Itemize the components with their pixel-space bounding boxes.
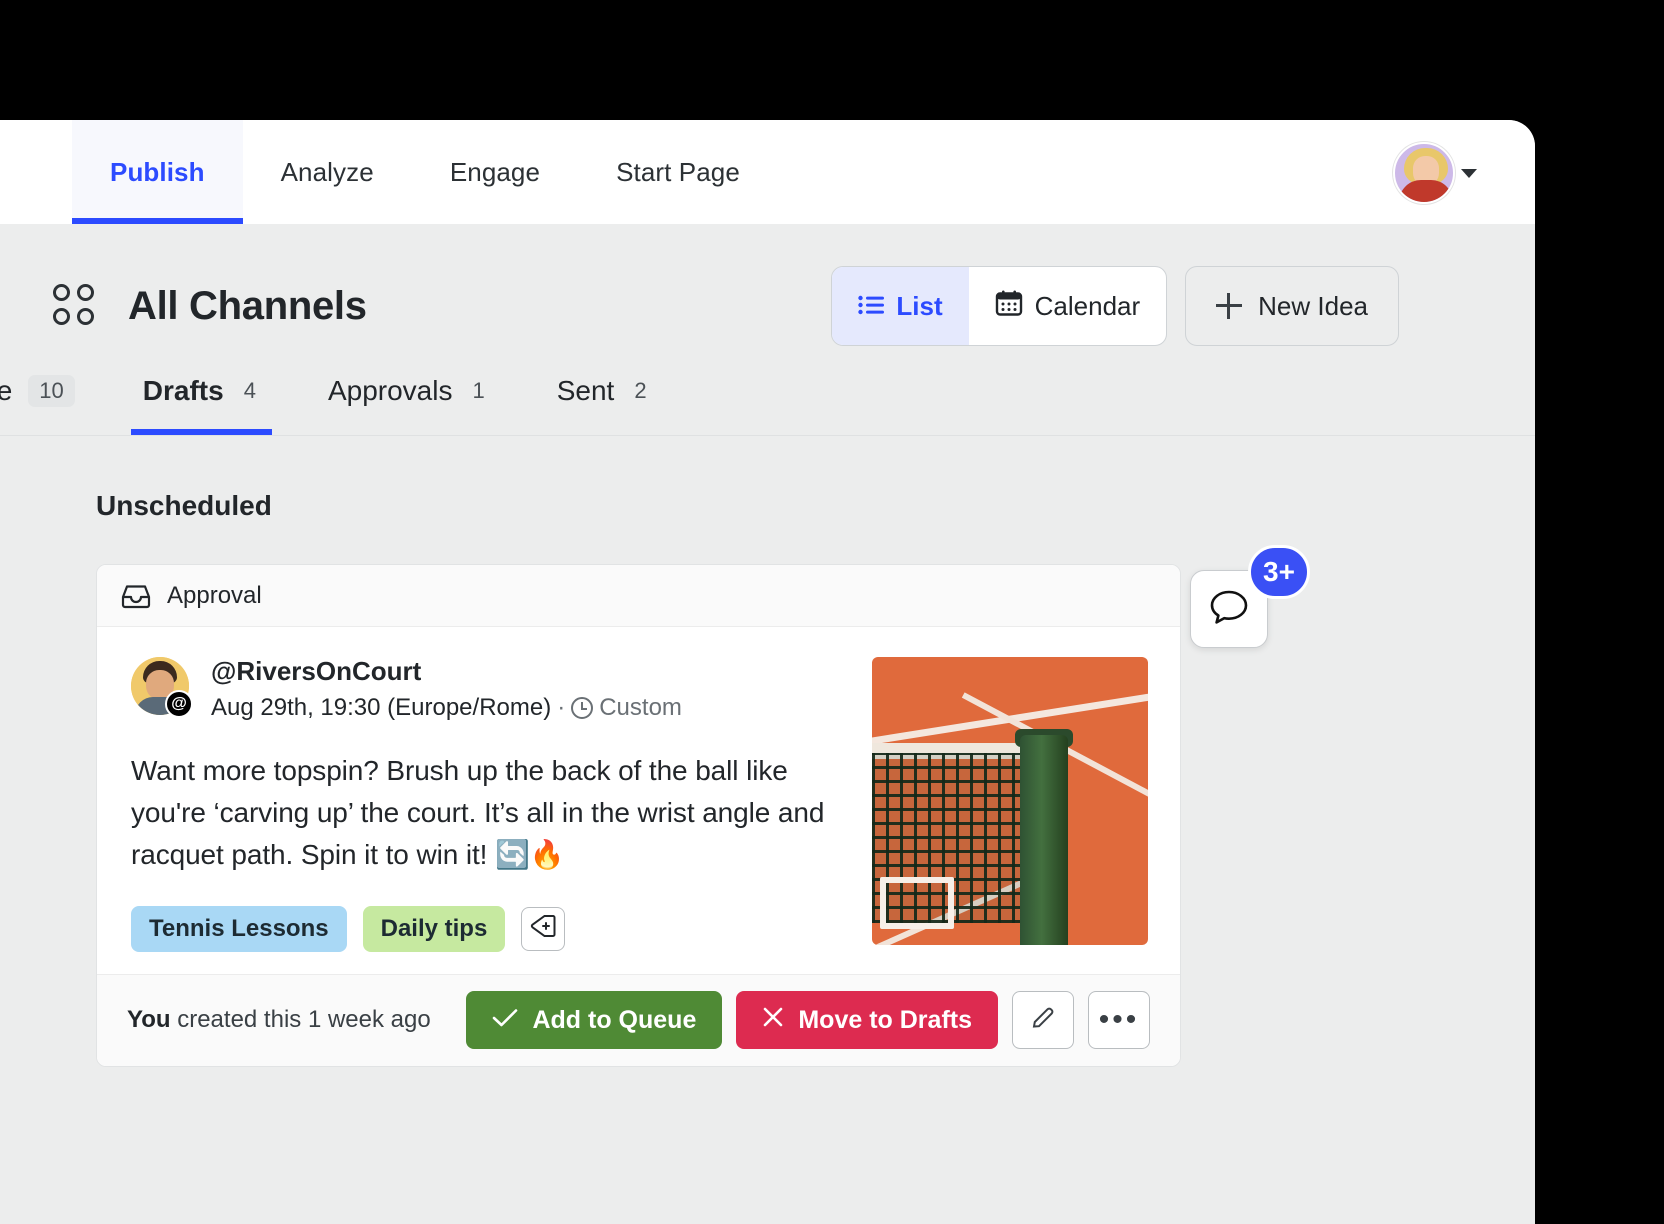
account-menu[interactable] [1393, 142, 1477, 204]
more-options-button[interactable]: ••• [1088, 991, 1150, 1049]
nav-tab-engage-label: Engage [450, 157, 540, 188]
status-tab-sent[interactable]: Sent 2 [523, 347, 685, 435]
post-card-body: @ @RiversOnCourt Aug 29th, 19:30 (Europe… [97, 627, 1180, 974]
post-tags: Tennis Lessons Daily tips [131, 906, 852, 952]
post-author-meta: @RiversOnCourt Aug 29th, 19:30 (Europe/R… [211, 657, 682, 722]
add-tag-button[interactable] [521, 907, 565, 951]
status-tab-queue[interactable]: ueue 10 [0, 347, 109, 435]
header-actions: List [831, 266, 1535, 346]
all-channels-grid-icon [52, 282, 100, 330]
status-tab-approvals-label: Approvals [328, 375, 453, 407]
add-to-queue-button[interactable]: Add to Queue [466, 991, 722, 1049]
chevron-down-icon[interactable] [1461, 169, 1477, 178]
edit-post-button[interactable] [1012, 991, 1074, 1049]
plus-icon [1216, 293, 1242, 319]
nav-tab-analyze[interactable]: Analyze [243, 120, 412, 224]
avatar-body [1399, 180, 1453, 202]
move-to-drafts-button[interactable]: Move to Drafts [736, 991, 998, 1049]
pencil-icon [1030, 1005, 1056, 1036]
post-schedule-row: Aug 29th, 19:30 (Europe/Rome) · Custom [211, 694, 682, 722]
status-tab-drafts[interactable]: Drafts 4 [109, 347, 294, 435]
status-tab-approvals-count: 1 [468, 375, 488, 407]
status-tab-sent-label: Sent [557, 375, 615, 407]
post-content-column: @ @RiversOnCourt Aug 29th, 19:30 (Europe… [131, 657, 852, 952]
post-schedule-type: Custom [599, 694, 682, 722]
post-author-handle: @RiversOnCourt [211, 657, 682, 687]
move-to-drafts-label: Move to Drafts [798, 1006, 972, 1035]
page-title: All Channels [128, 284, 367, 329]
post-schedule-time: Aug 29th, 19:30 (Europe/Rome) [211, 694, 551, 722]
view-mode-list[interactable]: List [832, 267, 968, 345]
ellipsis-icon: ••• [1099, 1014, 1140, 1026]
status-tab-approvals[interactable]: Approvals 1 [294, 347, 523, 435]
post-media-thumbnail[interactable] [872, 657, 1148, 945]
screenshot-stage: Publish Analyze Engage Start Page [0, 0, 1664, 1224]
add-to-queue-label: Add to Queue [532, 1006, 696, 1035]
close-icon [762, 1006, 784, 1035]
post-card-footer: You created this 1 week ago Add to Queue [97, 974, 1180, 1066]
view-mode-list-label: List [896, 291, 942, 322]
post-footer-text: created this 1 week ago [171, 1006, 431, 1033]
post-tag-daily-tips[interactable]: Daily tips [363, 906, 506, 952]
status-tabs: ueue 10 Drafts 4 Approvals 1 Sent 2 [0, 348, 1535, 436]
status-tab-sent-count: 2 [630, 375, 650, 407]
threads-channel-icon: @ [165, 690, 193, 718]
status-tab-drafts-label: Drafts [143, 375, 224, 407]
comments-count-badge: 3+ [1248, 545, 1310, 599]
view-mode-calendar-label: Calendar [1035, 291, 1141, 322]
app-window: Publish Analyze Engage Start Page [0, 120, 1535, 1224]
nav-tab-publish[interactable]: Publish [72, 120, 243, 224]
net-post [1020, 735, 1068, 945]
nav-tab-start-page-label: Start Page [616, 157, 740, 188]
post-author-avatar: @ [131, 657, 189, 715]
nav-tab-analyze-label: Analyze [281, 157, 374, 188]
clock-icon [571, 697, 593, 719]
comment-bubble-icon [1209, 588, 1249, 631]
court-line [880, 877, 954, 929]
top-navigation-bar: Publish Analyze Engage Start Page [0, 120, 1535, 224]
approval-inbox-icon [121, 583, 151, 609]
status-tab-queue-label: ueue [0, 375, 12, 407]
check-icon [492, 1006, 518, 1035]
post-body-text: Want more topspin? Brush up the back of … [131, 750, 852, 876]
status-tab-queue-count: 10 [28, 375, 74, 407]
section-title-unscheduled: Unscheduled [96, 490, 1535, 522]
status-tab-drafts-count: 4 [240, 375, 260, 407]
post-footer-actions: Add to Queue Move to Drafts [466, 991, 1150, 1049]
post-footer-meta: You created this 1 week ago [127, 1006, 431, 1034]
nav-tab-publish-label: Publish [110, 157, 205, 188]
nav-tab-engage[interactable]: Engage [412, 120, 578, 224]
nav-tab-start-page[interactable]: Start Page [578, 120, 778, 224]
meta-separator: · [557, 694, 565, 722]
calendar-icon [995, 289, 1023, 324]
post-card: Approval @ [96, 564, 1181, 1067]
view-mode-calendar[interactable]: Calendar [969, 267, 1167, 345]
post-footer-author: You [127, 1006, 171, 1033]
new-idea-button[interactable]: New Idea [1185, 266, 1399, 346]
list-icon [858, 291, 884, 322]
view-mode-toggle: List [831, 266, 1167, 346]
post-author-row: @ @RiversOnCourt Aug 29th, 19:30 (Europe… [131, 657, 852, 722]
avatar[interactable] [1393, 142, 1455, 204]
post-card-status-label: Approval [167, 582, 262, 610]
post-tag-tennis-lessons[interactable]: Tennis Lessons [131, 906, 347, 952]
post-card-status-bar: Approval [97, 565, 1180, 627]
new-idea-label: New Idea [1258, 291, 1368, 322]
page-header: All Channels [0, 224, 1535, 342]
primary-nav-tabs: Publish Analyze Engage Start Page [0, 120, 1535, 224]
content-area: Unscheduled Approval [0, 436, 1535, 1067]
tag-plus-icon [530, 914, 556, 943]
